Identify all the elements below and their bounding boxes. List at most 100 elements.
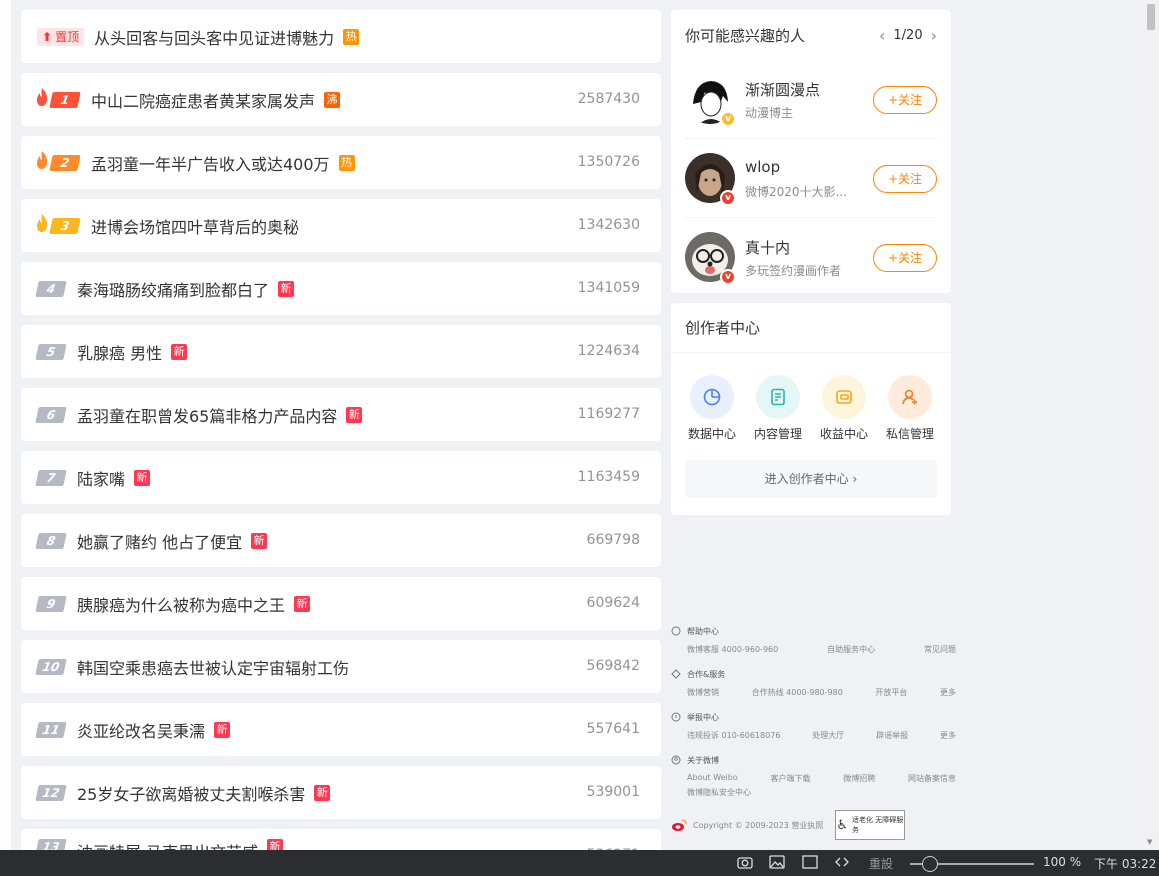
footer-link[interactable]: 微博招聘 — [843, 773, 875, 784]
hot-search-title[interactable]: 中山二院癌症患者黄某家属发声 — [91, 88, 315, 112]
enter-creator-center-button[interactable]: 进入创作者中心 › — [685, 460, 937, 498]
page-indicator: 1/20 — [893, 27, 923, 43]
footer-link[interactable]: 违规投诉 010-60618076 — [687, 730, 780, 741]
window-icon[interactable] — [802, 855, 818, 872]
screenshot-icon[interactable] — [737, 855, 753, 872]
hot-search-row[interactable]: 7 陆家嘴新 1163459 — [21, 451, 661, 504]
tool-income-center[interactable]: 收益中心 — [814, 375, 874, 442]
pinned-row[interactable]: ⬆ 置顶 从头回客与回头客中见证进博魅力 热 — [21, 10, 661, 63]
hot-search-title[interactable]: 胰腺癌为什么被称为癌中之王 — [77, 592, 285, 616]
footer-link[interactable]: 微博营销 — [687, 687, 719, 698]
follow-button[interactable]: +关注 — [873, 86, 937, 114]
document-icon — [756, 375, 800, 419]
hot-search-title[interactable]: 炎亚纶改名吴秉濡 — [77, 718, 205, 742]
hot-search-row[interactable]: 4 秦海璐肠绞痛痛到脸都白了新 1341059 — [21, 262, 661, 315]
hot-search-row[interactable]: 13油画特展 马克思出文艺威新536271 — [21, 829, 661, 851]
rank-badge: 12 — [35, 784, 67, 801]
zoom-slider-knob[interactable] — [922, 856, 938, 872]
verified-red-icon: v — [720, 269, 736, 285]
search-count: 1163459 — [577, 469, 640, 485]
person-desc: 微博2020十大影... — [745, 185, 847, 199]
hot-search-row[interactable]: 6 孟羽童在职曾发65篇非格力产品内容新 1169277 — [21, 388, 661, 441]
person-name[interactable]: 真十内 — [745, 237, 790, 258]
footer-about-title: 关于微博 — [687, 755, 719, 765]
hot-search-row[interactable]: 1 中山二院癌症患者黄某家属发声沸 2587430 — [21, 73, 661, 126]
footer-link[interactable]: About Weibo — [687, 773, 738, 784]
hot-search-title[interactable]: 进博会场馆四叶草背后的奥秘 — [91, 214, 299, 238]
next-page-icon[interactable]: › — [931, 26, 937, 45]
hot-search-title[interactable]: 孟羽童在职曾发65篇非格力产品内容 — [77, 403, 337, 427]
hot-search-row[interactable]: 8 她赢了赌约 他占了便宜新 669798 — [21, 514, 661, 567]
rank-badge: 2 — [49, 154, 81, 171]
zoom-reset-button[interactable]: 重設 — [869, 855, 893, 872]
chevron-right-icon: › — [852, 472, 858, 486]
footer-link[interactable]: 开放平台 — [875, 687, 907, 698]
rank-badge: 7 — [35, 469, 67, 486]
vertical-scrollbar[interactable]: ▼ — [1143, 0, 1159, 850]
footer-link[interactable]: 更多 — [940, 730, 956, 741]
tool-data-center[interactable]: 数据中心 — [682, 375, 742, 442]
pinned-badge: ⬆ 置顶 — [37, 27, 85, 46]
tool-message-manage[interactable]: 私信管理 — [880, 375, 940, 442]
pin-arrow-icon: ⬆ — [42, 29, 53, 44]
follow-button[interactable]: +关注 — [873, 165, 937, 193]
suggested-people-title: 你可能感兴趣的人 — [685, 26, 806, 45]
hot-search-title[interactable]: 韩国空乘患癌去世被认定宇宙辐射工伤 — [77, 655, 349, 679]
hot-search-row[interactable]: 12 25岁女子欲离婚被丈夫割喉杀害新 539001 — [21, 766, 661, 819]
hot-search-row[interactable]: 5 乳腺癌 男性新 1224634 — [21, 325, 661, 378]
footer-coop-title: 合作&服务 — [687, 669, 726, 679]
person-name[interactable]: wlop — [745, 158, 780, 176]
search-count: 669798 — [586, 532, 640, 548]
hot-search-title[interactable]: 25岁女子欲离婚被丈夫割喉杀害 — [77, 781, 305, 805]
creator-center-header: 创作者中心 — [671, 303, 951, 353]
follow-button[interactable]: +关注 — [873, 244, 937, 272]
headset-icon — [671, 626, 681, 636]
rank-badge: 6 — [35, 406, 67, 423]
footer-link[interactable]: 合作热线 4000-980-980 — [752, 687, 843, 698]
footer-link[interactable]: 客户端下载 — [771, 773, 811, 784]
footer-link[interactable]: 处理大厅 — [812, 730, 844, 741]
hot-search-title[interactable]: 陆家嘴 — [77, 466, 125, 490]
person-item: v 真十内 多玩签约漫画作者 +关注 — [685, 218, 937, 297]
scrollbar-thumb[interactable] — [1147, 4, 1155, 30]
hot-search-row[interactable]: 3 进博会场馆四叶草背后的奥秘 1342630 — [21, 199, 661, 252]
accessibility-badge[interactable]: ♿ 适老化 无障碍服务 — [835, 810, 906, 840]
hot-search-title[interactable]: 乳腺癌 男性 — [77, 340, 162, 364]
hot-search-title[interactable]: 孟羽童一年半广告收入或达400万 — [91, 151, 330, 175]
hot-search-title[interactable]: 秦海璐肠绞痛痛到脸都白了 — [77, 277, 269, 301]
hot-search-row[interactable]: 11 炎亚纶改名吴秉濡新 557641 — [21, 703, 661, 756]
hot-search-row[interactable]: 10 韩国空乘患癌去世被认定宇宙辐射工伤 569842 — [21, 640, 661, 693]
hot-search-row[interactable]: 2 孟羽童一年半广告收入或达400万热 1350726 — [21, 136, 661, 189]
code-icon[interactable] — [835, 855, 849, 872]
footer-link[interactable]: 网站备案信息 — [908, 773, 956, 784]
footer-link[interactable]: 常见问题 — [924, 644, 956, 655]
person-name[interactable]: 渐渐圆漫点 — [745, 79, 820, 100]
hot-search-row[interactable]: 9 胰腺癌为什么被称为癌中之王新 609624 — [21, 577, 661, 630]
browser-status-bar: 重設 100 % 下午 03:22 — [0, 850, 1159, 876]
footer-link[interactable]: 自助服务中心 — [827, 644, 875, 655]
pinned-title[interactable]: 从头回客与回头客中见证进博魅力 — [94, 25, 334, 49]
footer-link[interactable]: 微博隐私安全中心 — [687, 788, 751, 797]
image-icon[interactable] — [769, 855, 785, 872]
new-tag: 新 — [171, 343, 188, 360]
rank-badge: 3 — [49, 217, 81, 234]
footer-help-section: 帮助中心 微博客服 4000-960-960 自助服务中心 常见问题 — [671, 624, 956, 655]
search-count: 2587430 — [577, 91, 640, 107]
search-count: 569842 — [586, 658, 640, 674]
new-tag: 新 — [134, 469, 151, 486]
footer-link[interactable]: 辟谣举报 — [876, 730, 908, 741]
scroll-down-arrow-icon[interactable]: ▼ — [1147, 838, 1152, 846]
new-tag: 新 — [346, 406, 363, 423]
tool-content-manage[interactable]: 内容管理 — [748, 375, 808, 442]
verified-gold-icon: v — [720, 111, 736, 127]
person-item: v wlop 微博2020十大影... +关注 — [685, 139, 937, 218]
new-tag: 新 — [278, 280, 295, 297]
footer-link[interactable]: 更多 — [940, 687, 956, 698]
prev-page-icon[interactable]: ‹ — [879, 26, 885, 45]
search-count: 609624 — [586, 595, 640, 611]
footer-link[interactable]: 微博客服 4000-960-960 — [687, 644, 778, 655]
search-count: 1169277 — [577, 406, 640, 422]
rank-badge: 9 — [35, 595, 67, 612]
footer-coop-section: 合作&服务 微博营销 合作热线 4000-980-980 开放平台 更多 — [671, 667, 956, 698]
hot-search-title[interactable]: 她赢了赌约 他占了便宜 — [77, 529, 242, 553]
